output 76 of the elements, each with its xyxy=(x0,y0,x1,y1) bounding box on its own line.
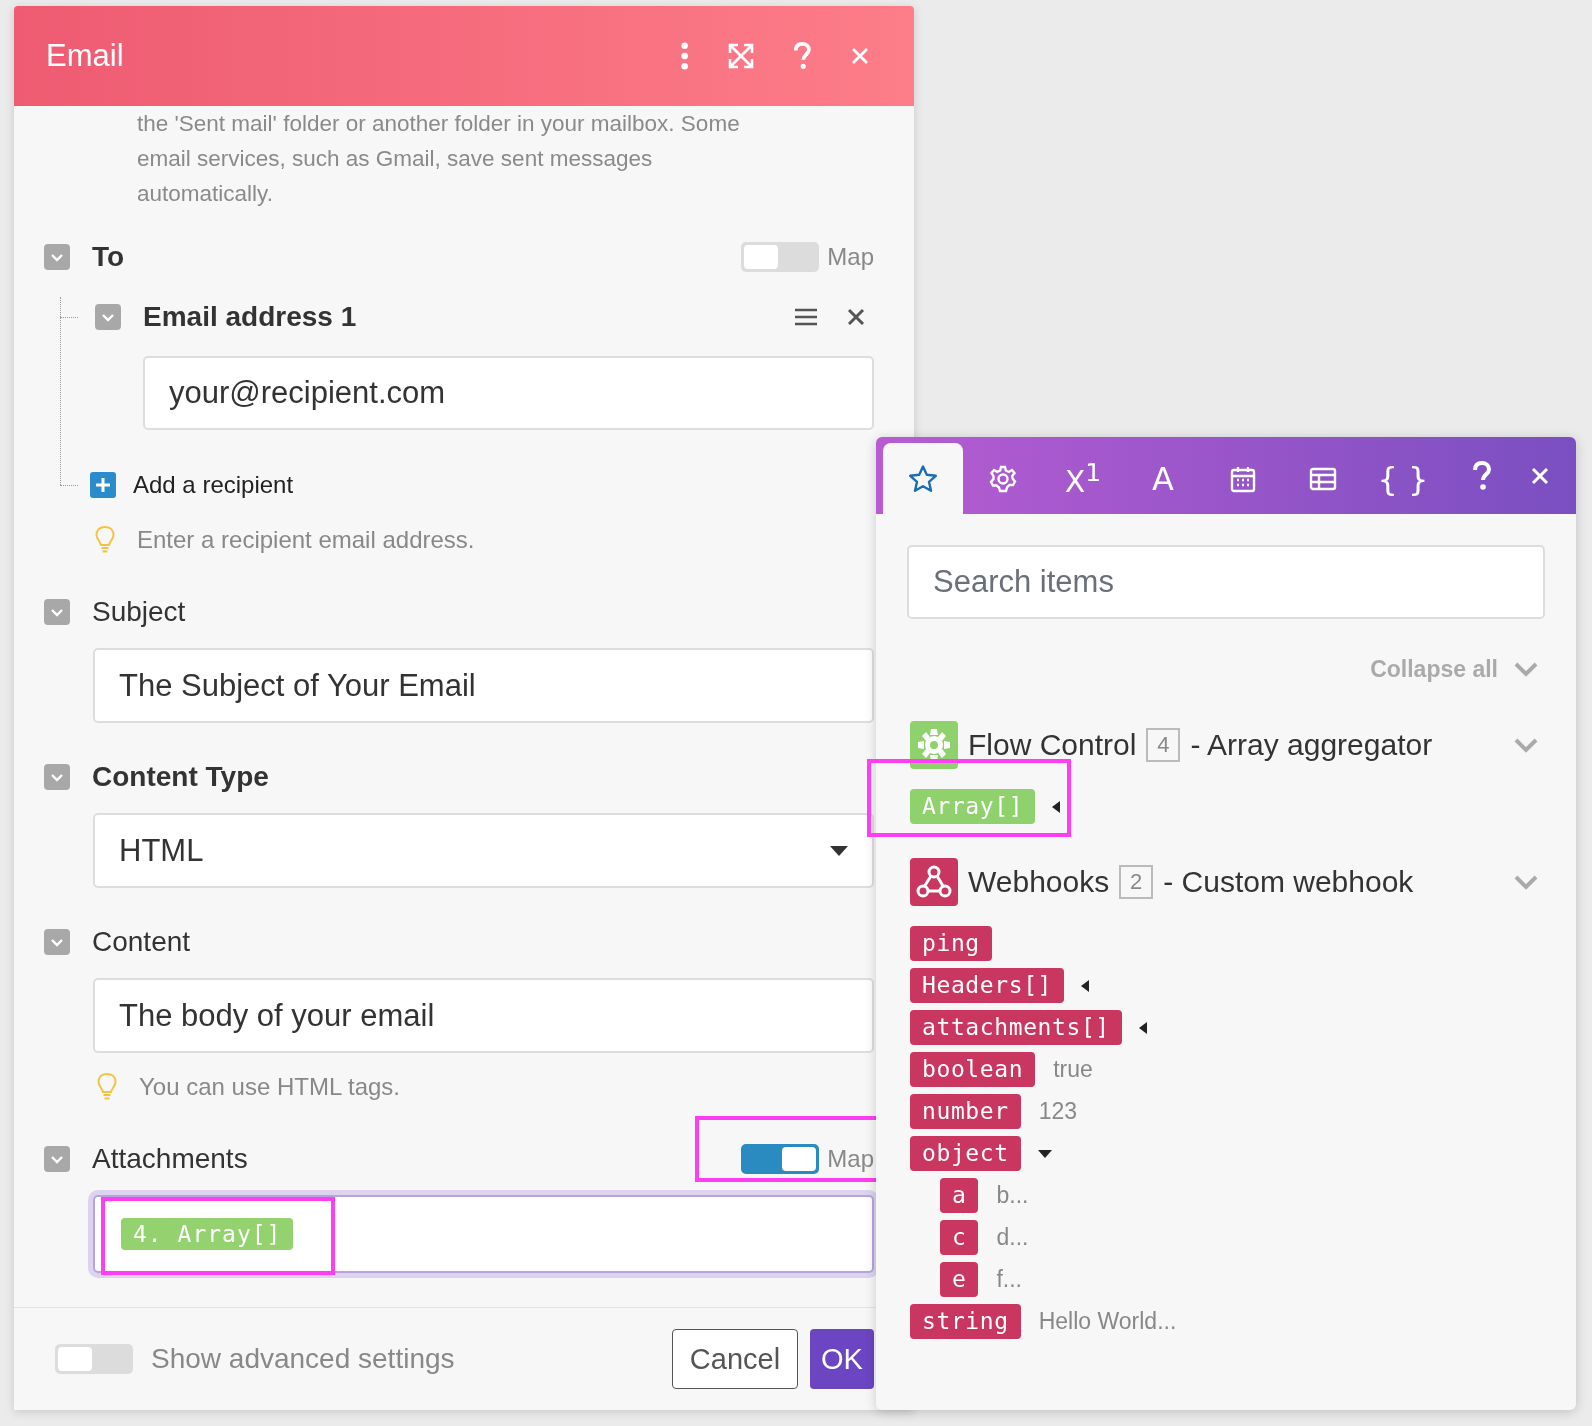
chevron-icon[interactable] xyxy=(44,929,70,955)
ok-button[interactable]: OK xyxy=(810,1329,874,1389)
sample-value: 123 xyxy=(1038,1098,1078,1125)
field-label: Content Type xyxy=(92,761,269,793)
more-options-icon[interactable] xyxy=(680,42,690,70)
field-label: Content xyxy=(92,926,191,958)
chevron-down-icon[interactable] xyxy=(1514,737,1538,753)
module-name: Webhooks xyxy=(968,865,1110,899)
tab[interactable]: { } xyxy=(1363,443,1443,514)
tab[interactable] xyxy=(883,443,963,514)
search-field[interactable]: Search items xyxy=(907,545,1545,619)
field-label: Attachments xyxy=(92,1143,248,1175)
variable-tag[interactable]: c xyxy=(940,1220,979,1255)
close-icon[interactable] xyxy=(1530,465,1550,486)
email-input[interactable]: your@recipient.com xyxy=(143,356,874,430)
map-label: Map xyxy=(827,243,874,271)
gear-icon[interactable] xyxy=(988,463,1018,494)
tab[interactable]: X$^{1}$ xyxy=(1043,443,1123,514)
field-label: To xyxy=(92,241,125,273)
variable-tag[interactable]: ping xyxy=(910,926,992,961)
module-name: Flow Control xyxy=(968,728,1137,762)
expand-icon[interactable] xyxy=(727,42,756,70)
map-label: Map xyxy=(827,1145,874,1173)
toggle-switch[interactable] xyxy=(741,1144,820,1174)
help-icon[interactable] xyxy=(793,42,812,70)
field-label: Email address 1 xyxy=(143,301,357,333)
sample-value: true xyxy=(1053,1056,1093,1083)
expand-arrow-icon[interactable] xyxy=(1137,1020,1148,1035)
module-number: 4 xyxy=(1146,728,1181,762)
text-input[interactable]: The body of your email xyxy=(93,978,874,1053)
expand-arrow-icon[interactable] xyxy=(1080,978,1091,993)
variable-tag[interactable]: e xyxy=(940,1262,979,1297)
dialog-title: Email xyxy=(46,38,124,74)
chevron-icon[interactable] xyxy=(44,764,70,790)
module-description: - Array aggregator xyxy=(1190,728,1433,762)
lightbulb-icon xyxy=(95,525,115,555)
tab[interactable]: A xyxy=(1123,443,1203,514)
add-recipient-link[interactable]: Add a recipient xyxy=(133,471,294,499)
description-text: the 'Sent mail' folder or another folder in your mailbox. Some email services, such as Gmail, save sent messages automatically. xyxy=(137,110,741,208)
variable-tag[interactable]: Headers[] xyxy=(910,968,1065,1003)
advanced-settings-label: Show advanced settings xyxy=(151,1343,455,1375)
chevron-down-icon[interactable] xyxy=(1514,874,1538,890)
sample-value: f... xyxy=(996,1266,1022,1293)
module-description: - Custom webhook xyxy=(1163,865,1414,899)
hint-text: Enter a recipient email address. xyxy=(137,526,475,554)
chevron-icon[interactable] xyxy=(95,304,121,330)
expand-arrow-icon[interactable] xyxy=(1051,799,1062,814)
dropdown-caret-icon[interactable] xyxy=(830,845,848,856)
toggle-switch[interactable] xyxy=(741,242,820,272)
add-icon[interactable] xyxy=(90,472,116,498)
cancel-button[interactable]: Cancel xyxy=(672,1329,798,1389)
variable-tag[interactable]: string xyxy=(910,1304,1021,1339)
text-input[interactable]: The Subject of Your Email xyxy=(93,648,874,723)
lightbulb-icon xyxy=(97,1072,117,1102)
close-icon[interactable] xyxy=(850,46,870,66)
variable-tag[interactable]: boolean xyxy=(910,1052,1036,1087)
toggle-switch[interactable] xyxy=(55,1344,133,1374)
variable-tag[interactable]: a xyxy=(940,1178,979,1213)
field-label: Subject xyxy=(92,596,186,628)
star-icon[interactable] xyxy=(908,463,938,494)
sample-value: b... xyxy=(996,1182,1029,1209)
variable-tag[interactable]: object xyxy=(910,1136,1021,1171)
sample-value: d... xyxy=(996,1224,1029,1251)
remove-icon[interactable] xyxy=(846,307,866,327)
collapse-arrow-icon[interactable] xyxy=(1036,1148,1053,1159)
variable-tag[interactable]: number xyxy=(910,1094,1021,1129)
variable-tag[interactable]: attachments[] xyxy=(910,1010,1122,1045)
help-icon[interactable] xyxy=(1472,460,1492,491)
hint-text: You can use HTML tags. xyxy=(139,1073,401,1101)
module-number: 2 xyxy=(1119,865,1154,899)
sample-value: Hello World... xyxy=(1038,1308,1177,1335)
chevron-icon[interactable] xyxy=(44,1146,70,1172)
chevron-icon[interactable] xyxy=(44,244,70,270)
select-dropdown[interactable]: HTML xyxy=(93,813,874,888)
chevron-icon[interactable] xyxy=(44,599,70,625)
chevron-down-icon[interactable] xyxy=(1514,661,1538,677)
